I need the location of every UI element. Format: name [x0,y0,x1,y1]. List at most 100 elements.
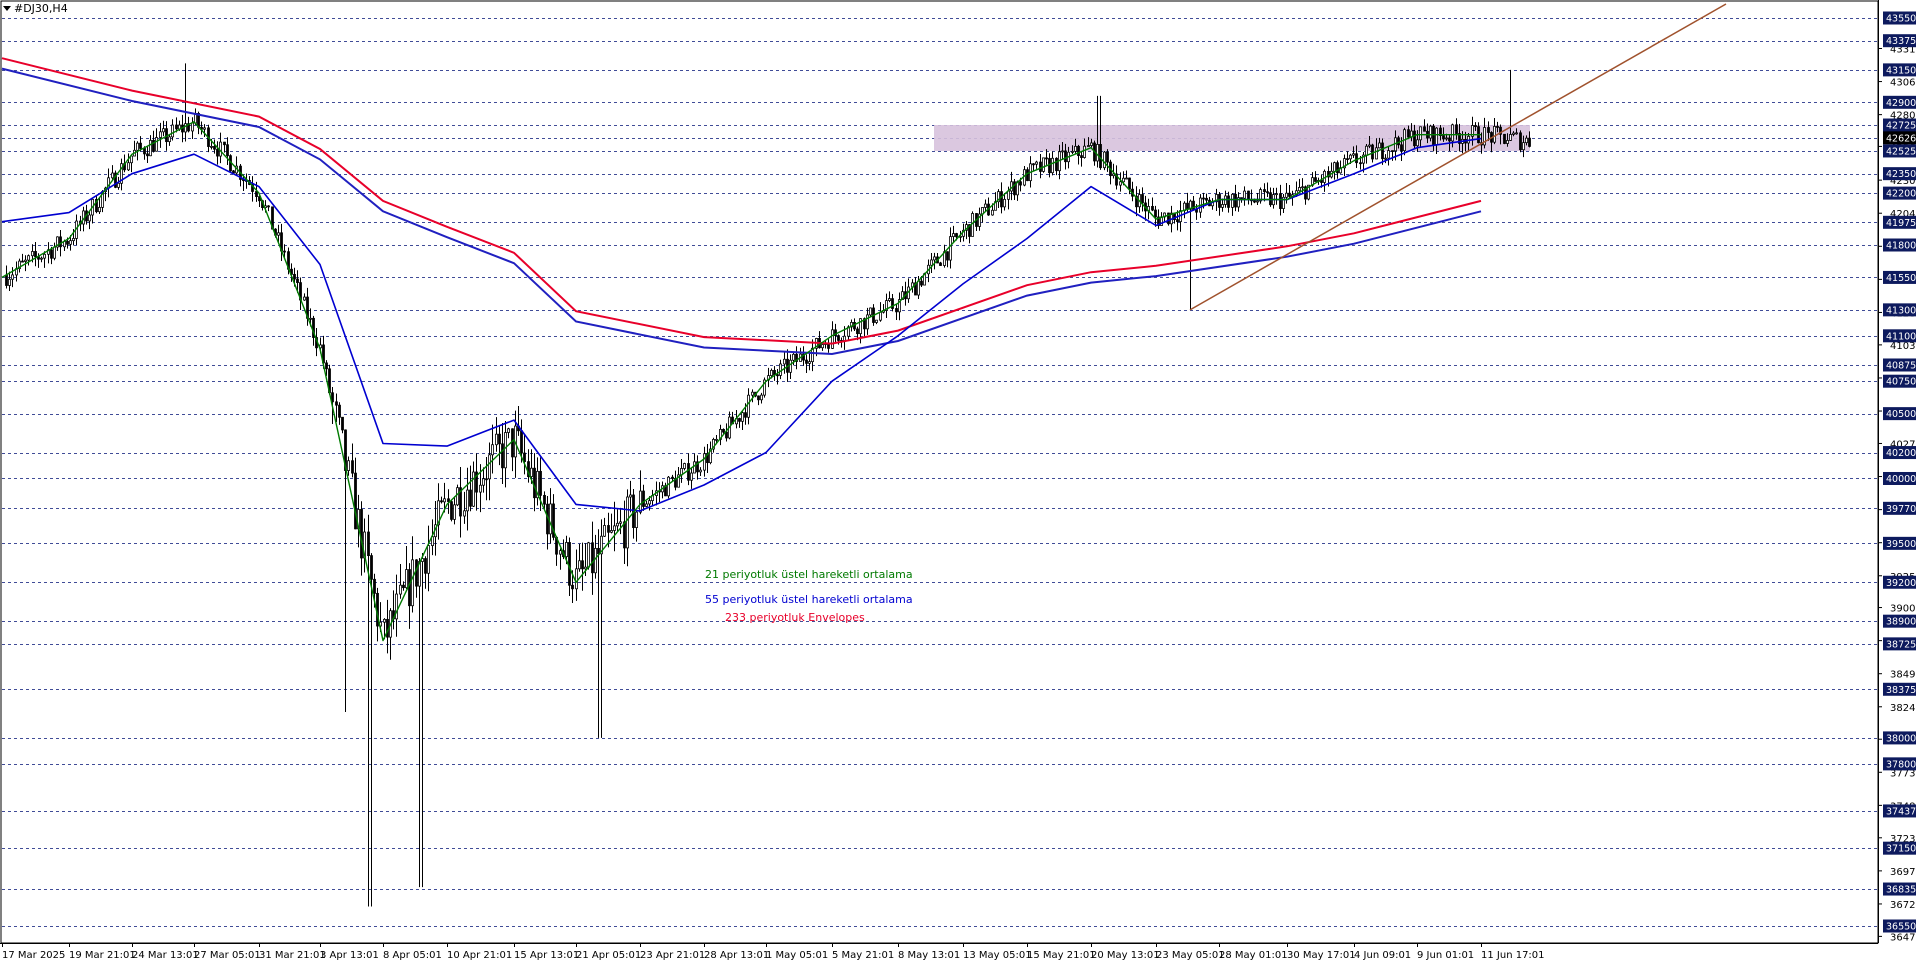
candle-body [933,256,936,261]
candle-body [805,359,808,364]
candle-body [69,240,72,245]
candle-body [917,280,920,296]
candle-body [1269,192,1272,206]
candle-body [1186,202,1189,210]
candle-body [530,467,533,477]
price-level-label: 39770 [1886,504,1916,515]
candle-body [495,433,498,446]
candle-body [693,461,696,474]
candle-body [629,494,632,498]
candle-body [1365,145,1368,156]
candle-body [255,191,258,197]
chart-area[interactable]: 4331543060428054256042300420454179041535… [0,0,1916,963]
candle-body [1375,147,1378,160]
time-tick-label: 13 May 05:01 [963,950,1032,961]
candle-body [1231,193,1234,208]
candle-body [866,314,869,330]
candle-body [210,145,213,148]
candle-body [424,558,427,574]
candle-body [1435,127,1438,146]
candle-body [491,444,494,456]
candle-body [351,460,354,474]
candle-body [482,478,485,486]
price-level-label: 40500 [1886,409,1916,420]
candle-body [1019,181,1022,186]
candle-body [223,141,226,146]
candle-body [1346,158,1349,160]
price-level-label: 40200 [1886,448,1916,459]
candle-body [575,568,578,590]
candle-body [175,124,178,130]
candle-body [501,443,504,469]
candle-body [1247,190,1250,201]
price-level-label: 38000 [1886,733,1916,744]
candle-body [1522,142,1525,151]
candle-body [1240,197,1243,200]
price-chart[interactable]: 4331543060428054256042300420454179041535… [0,0,1916,963]
candles [5,63,1531,907]
price-level-label: 43150 [1886,65,1916,76]
time-tick-label: 24 Mar 13:01 [132,950,199,961]
candle-body [1413,130,1416,147]
candle-body [11,274,14,280]
candle-body [559,550,562,555]
candle-body [466,489,469,512]
candle-body [751,391,754,396]
price-level-label: 43375 [1886,36,1916,47]
candle-body [1103,151,1106,169]
candle-body [1035,161,1038,165]
candle-body [635,511,638,528]
time-tick-label: 9 Jun 01:01 [1417,950,1474,961]
candle-body [232,170,235,174]
candle-body [1423,126,1426,132]
price-level-label: 39200 [1886,578,1916,589]
candle-body [549,503,552,535]
candle-body [837,335,840,341]
candle-body [1279,193,1282,209]
price-level-label: 41975 [1886,218,1916,229]
candle-body [623,521,626,549]
candle-body [34,251,37,258]
time-tick-label: 23 Apr 21:01 [640,950,705,961]
price-tick-label: 38495 [1890,670,1916,681]
dropdown-triangle-icon[interactable] [3,6,11,11]
legend-ema21-text: 21 periyotluk üstel hareketli ortalama [705,568,913,581]
price-level-label: 37800 [1886,759,1916,770]
candle-body [373,578,376,594]
candle-body [639,490,642,513]
time-tick-label: 23 May 05:01 [1156,950,1225,961]
candle-body [1493,126,1496,143]
time-tick-label: 8 Apr 05:01 [383,950,442,961]
candle-body [1387,150,1390,159]
candle-body [565,542,568,558]
time-axis: 17 Mar 2025 19 Mar 21:0124 Mar 13:0127 Ma… [2,943,1545,961]
candle-body [408,569,411,607]
candle-body [216,148,219,157]
candle-body [645,503,648,507]
candle-body [360,509,363,559]
candle-body [1087,145,1090,147]
candle-body [783,358,786,365]
candle-body [50,249,53,259]
candle-body [1474,125,1477,128]
legend-ema21: 21 periyotluk üstel hareketli ortalama [705,568,913,581]
candle-body [603,525,606,537]
candle-body [139,142,142,149]
candle-body [779,363,782,376]
candle-body [1263,189,1266,193]
candle-body [1026,169,1029,182]
candle-body [1519,132,1522,151]
candle-body [72,238,75,242]
candle-body [584,566,587,570]
candle-body [587,542,590,568]
candle-body [447,498,450,503]
price-level-label: 42725 [1886,121,1916,132]
candle-body [1525,137,1528,144]
candle-body [511,428,514,458]
candle-body [1496,126,1499,128]
candle-body [1051,157,1054,174]
candle-body [1221,204,1224,208]
candle-body [571,584,574,590]
time-tick-label: 31 Mar 21:01 [259,950,326,961]
time-tick-label: 8 May 13:01 [898,950,960,961]
